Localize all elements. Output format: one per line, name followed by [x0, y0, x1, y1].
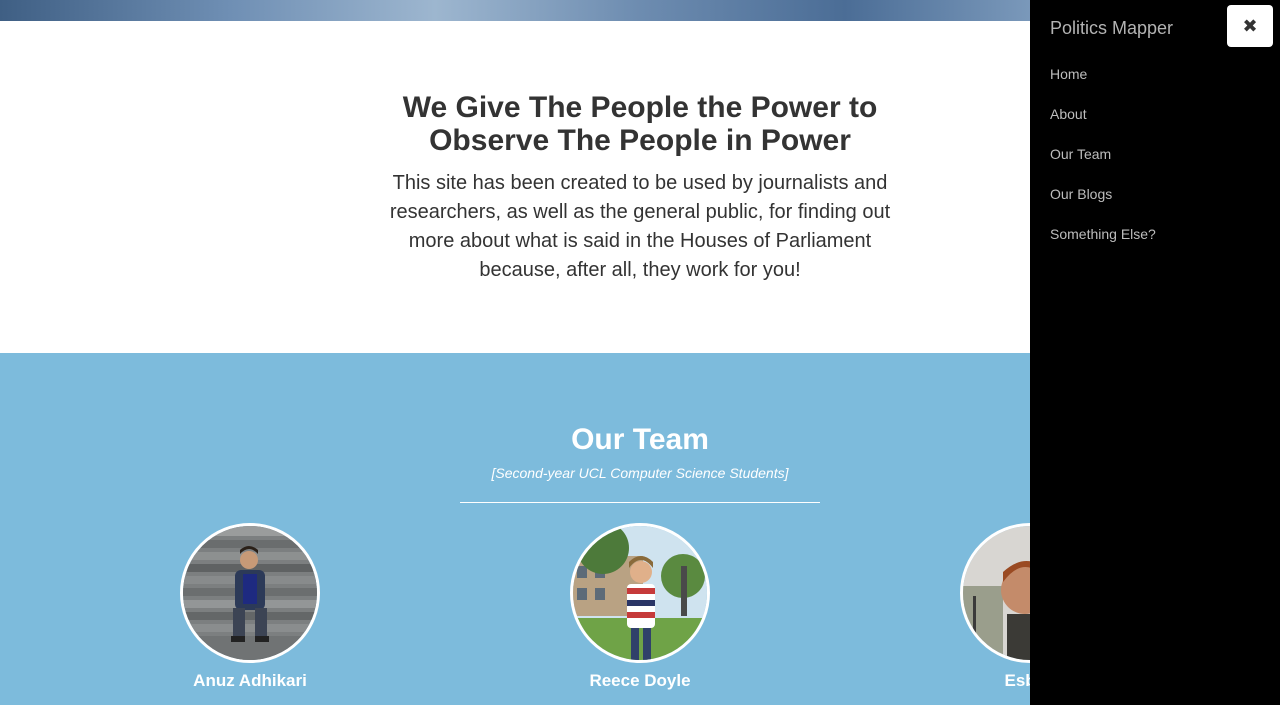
avatar	[180, 523, 320, 663]
nav-item-our-team: Our Team	[1050, 146, 1156, 186]
drawer-brand[interactable]: Politics Mapper	[1050, 18, 1173, 39]
drawer-nav: Home About Our Team Our Blogs Something …	[1050, 66, 1156, 266]
member-name: Reece Doyle	[589, 671, 691, 690]
nav-link-our-blogs[interactable]: Our Blogs	[1050, 186, 1112, 202]
nav-link-about[interactable]: About	[1050, 106, 1087, 122]
team-subtitle: [Second-year UCL Computer Science Studen…	[491, 465, 789, 481]
intro-title: We Give The People the Power to Observe …	[340, 91, 940, 157]
nav-link-home[interactable]: Home	[1050, 66, 1087, 82]
side-drawer: Politics Mapper ✖ Home About Our Team Ou…	[1030, 0, 1280, 705]
avatar	[570, 523, 710, 663]
team-member-card: Reece Doyle	[540, 523, 740, 691]
team-title: Our Team	[571, 423, 709, 456]
close-icon: ✖	[1242, 15, 1258, 36]
intro-description: This site has been created to be used by…	[389, 172, 891, 281]
intro-title-line1: We Give The People the Power to	[402, 91, 878, 124]
nav-item-something-else: Something Else?	[1050, 226, 1156, 266]
nav-item-about: About	[1050, 106, 1156, 146]
nav-item-home: Home	[1050, 66, 1156, 106]
member-name: Anuz Adhikari	[193, 671, 307, 690]
nav-link-our-team[interactable]: Our Team	[1050, 146, 1111, 162]
member-photo	[573, 526, 707, 660]
close-button[interactable]: ✖	[1227, 5, 1273, 47]
intro-title-line2: Observe The People in Power	[429, 124, 851, 157]
nav-link-something-else[interactable]: Something Else?	[1050, 226, 1156, 242]
team-member-card: Anuz Adhikari	[150, 523, 350, 691]
member-photo	[183, 526, 317, 660]
nav-item-our-blogs: Our Blogs	[1050, 186, 1156, 226]
team-divider	[460, 502, 820, 503]
